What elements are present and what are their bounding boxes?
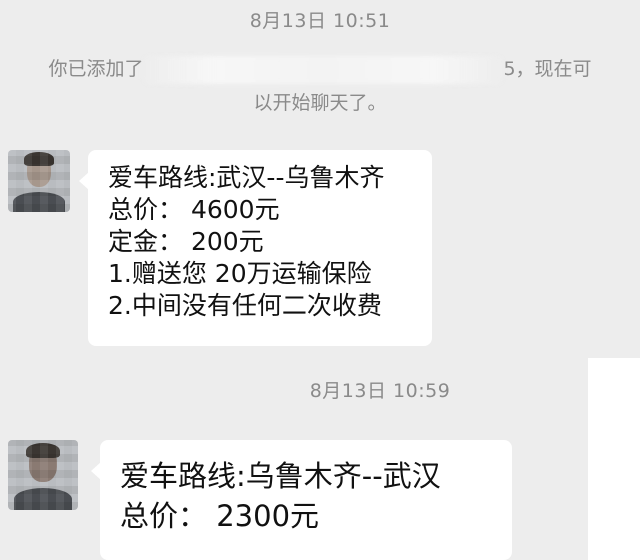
message-line: 总价： 4600元: [108, 195, 280, 224]
message-line: 2.中间没有任何二次收费: [108, 291, 382, 320]
message-line: 1.赠送您 20万运输保险: [108, 259, 372, 288]
avatar[interactable]: [8, 150, 70, 212]
avatar-mosaic: [8, 150, 70, 212]
system-notice-redacted-tail: 5: [503, 58, 516, 80]
system-notice: 你已添加了 5，现在可 以开始聊天了。: [20, 52, 620, 120]
avatar-mosaic: [8, 440, 78, 510]
timestamp: 8月13日 10:59: [309, 380, 451, 402]
redacted-contact-name: [143, 55, 504, 84]
system-notice-prefix: 你已添加了: [48, 58, 144, 80]
system-notice-line-1: 你已添加了 5，现在可: [20, 52, 620, 86]
message-bubble[interactable]: 爱车路线:武汉--乌鲁木齐 总价： 4600元 定金： 200元 1.赠送您 2…: [79, 150, 432, 346]
system-notice-suffix: ，现在可: [515, 58, 592, 80]
message-line: 爱车路线:武汉--乌鲁木齐: [108, 163, 385, 192]
message-line: 爱车路线:乌鲁木齐--武汉: [120, 459, 441, 493]
message-bubble[interactable]: 爱车路线:乌鲁木齐--武汉 总价： 2300元: [91, 440, 512, 560]
system-notice-line-2: 以开始聊天了。: [253, 92, 387, 114]
message-line: 总价： 2300元: [120, 499, 320, 533]
message-line: 定金： 200元: [108, 227, 264, 256]
avatar[interactable]: [8, 440, 78, 510]
timestamp: 8月13日 10:51: [249, 10, 391, 32]
